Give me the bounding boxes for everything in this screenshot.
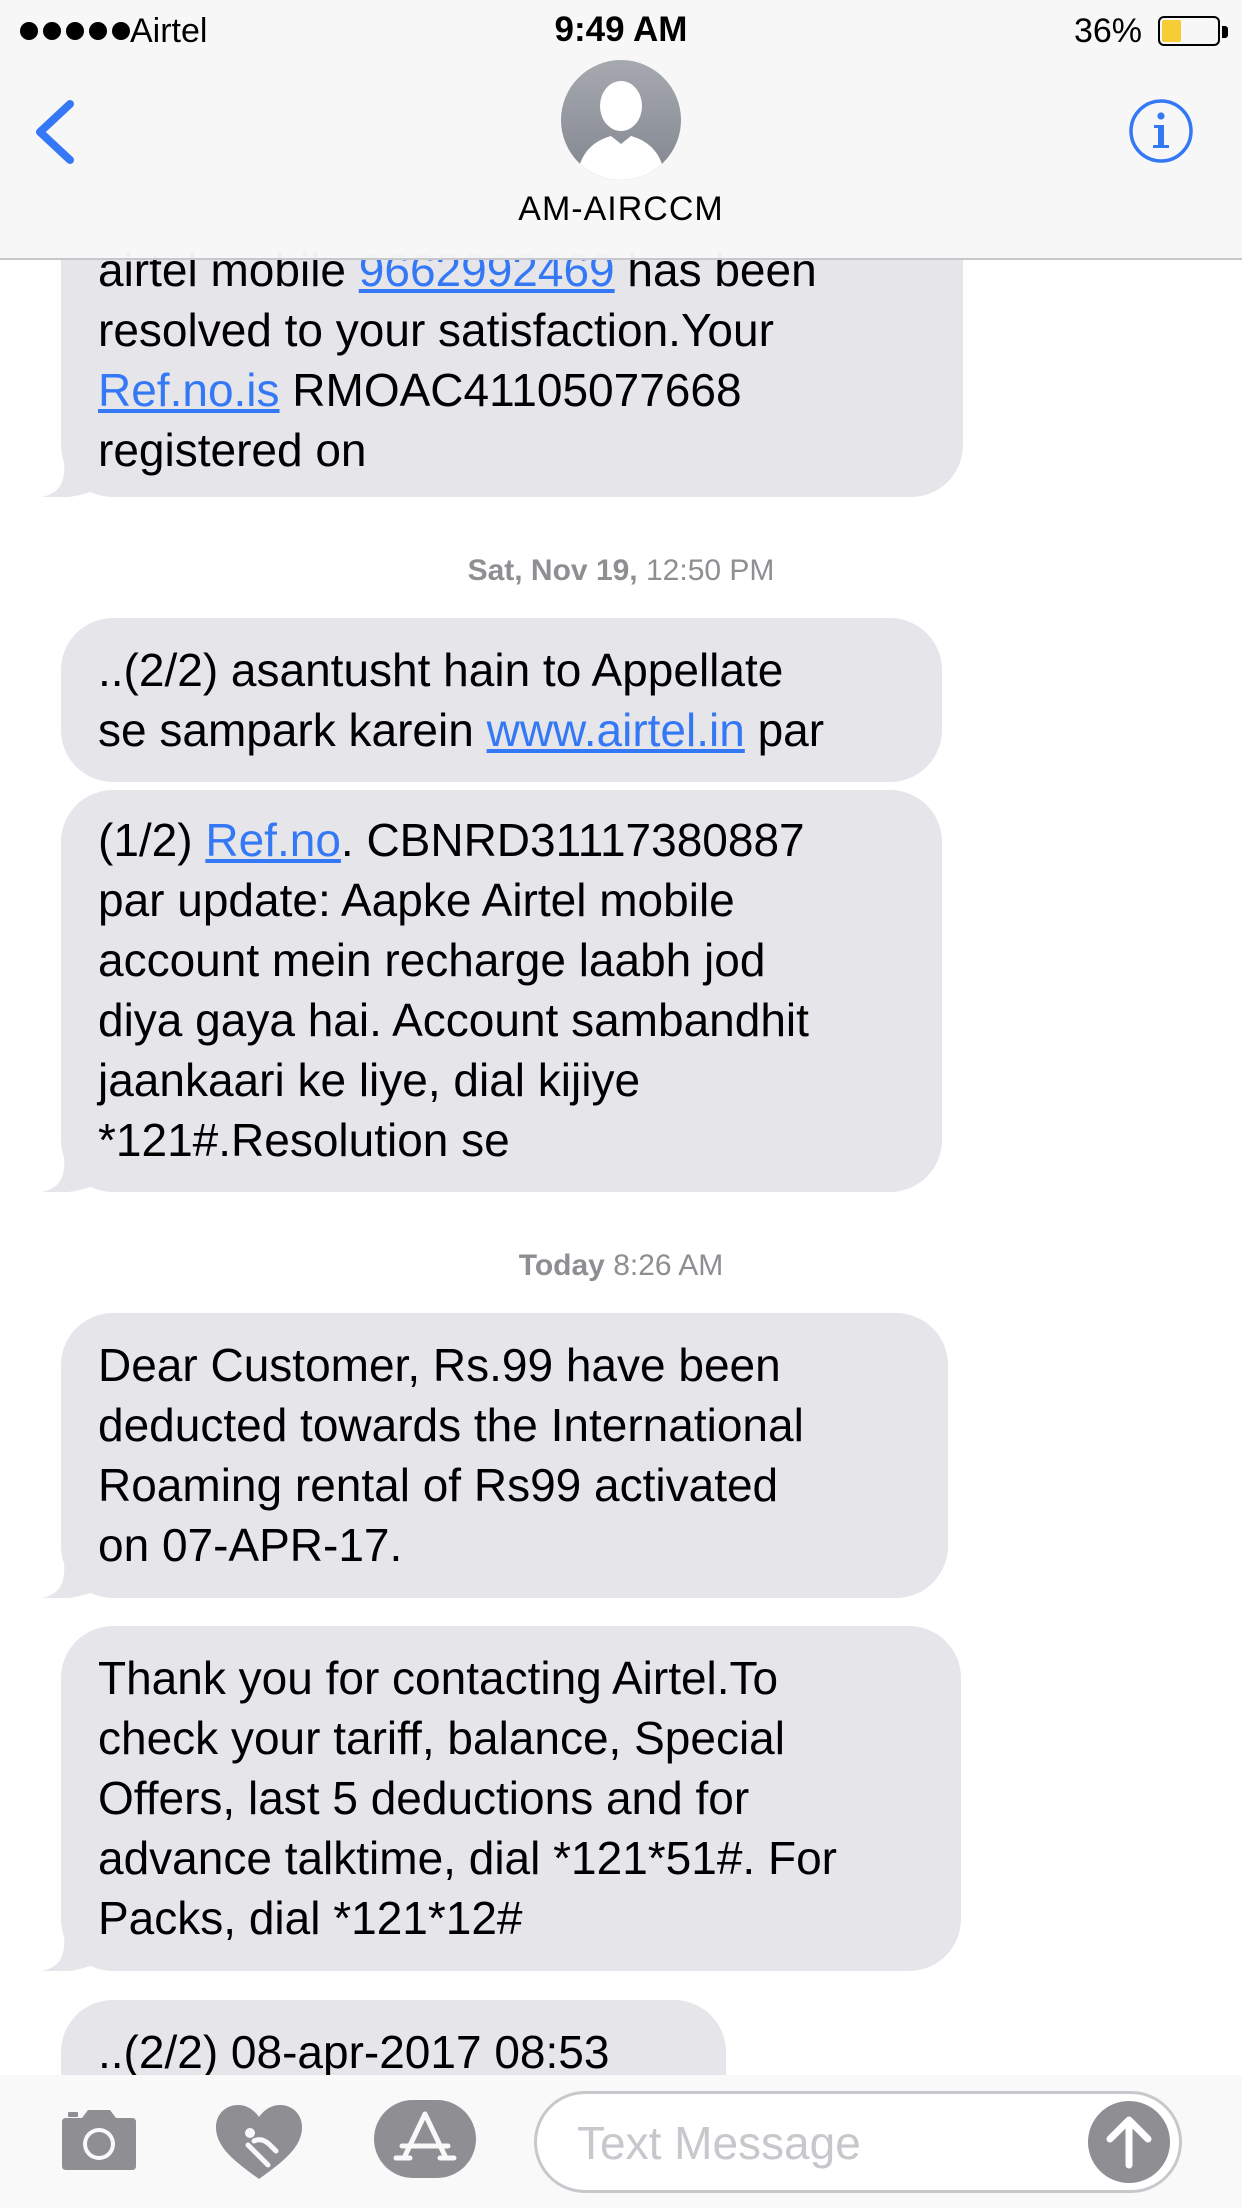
timestamp-day: Sat, Nov 19, <box>467 554 638 587</box>
message-text: . CBNRD31117380887 <box>340 814 805 866</box>
message-text: Thank you for contacting Airtel.To <box>98 1652 779 1704</box>
message-line: Packs, dial *121*12# <box>98 1888 924 1948</box>
status-time: 9:49 AM <box>554 10 688 49</box>
info-icon <box>1129 99 1193 163</box>
message-text: Offers, last 5 deductions and for <box>98 1772 750 1824</box>
message-text: Roaming rental of Rs99 activated <box>98 1459 779 1511</box>
message-line: jaankaari ke liye, dial kijiye <box>98 1050 905 1110</box>
message-text: Dear Customer, Rs.99 have been <box>98 1339 781 1391</box>
message-line: account mein recharge laabh jod <box>98 930 905 990</box>
bubble-tail <box>42 1931 92 1971</box>
timestamp-day: Today <box>518 1249 605 1282</box>
message-link[interactable]: Ref.no.is <box>98 364 280 416</box>
message-text-input[interactable]: Text Message <box>534 2091 1182 2193</box>
message-text: resolved to your satisfaction.Your <box>98 304 774 356</box>
timestamp-time: 12:50 PM <box>646 554 775 587</box>
message-line: ..(2/2) 08-apr-2017 08:53 <box>98 2022 689 2075</box>
message-text: advance talktime, dial *121*51#. For <box>98 1832 837 1884</box>
bubble-tail <box>42 457 92 497</box>
battery-percentage: 36% <box>1073 12 1142 50</box>
battery-level-fill <box>1162 20 1181 42</box>
message-text: *121#.Resolution se <box>98 1114 510 1166</box>
message-text: deducted towards the International <box>98 1399 804 1451</box>
camera-button[interactable] <box>56 2108 142 2172</box>
message-line: *121#.Resolution se <box>98 1110 905 1170</box>
camera-icon <box>62 2110 136 2170</box>
message-text: account mein recharge laabh jod <box>98 934 766 986</box>
message-bubble[interactable]: ..(2/2) 08-apr-2017 08:53 <box>61 2000 726 2075</box>
message-text: par update: Aapke Airtel mobile <box>98 874 735 926</box>
conversation-header: Airtel 9:49 AM 36% AM-AIRCCM <box>0 0 1242 260</box>
bubble-tail <box>42 1152 92 1192</box>
message-line: deducted towards the International <box>98 1395 911 1455</box>
back-button[interactable] <box>30 96 80 168</box>
timestamp-divider: Sat, Nov 19, 12:50 PM <box>0 554 1242 588</box>
message-text: Packs, dial *121*12# <box>98 1892 523 1944</box>
message-line: Thank you for contacting Airtel.To <box>98 1648 924 1708</box>
digital-touch-button[interactable] <box>214 2103 304 2181</box>
timestamp-divider: Today 8:26 AM <box>0 1249 1242 1283</box>
info-button[interactable] <box>1128 98 1194 164</box>
message-line: resolved to your satisfaction.Your <box>98 300 926 360</box>
message-text: ..(2/2) asantusht hain to Appellate <box>98 644 784 696</box>
message-thread[interactable]: airtel mobile 9662992469 has been resolve… <box>0 0 1242 2075</box>
message-line: Ref.no.is RMOAC41105077668 <box>98 360 926 420</box>
message-text: RMOAC41105077668 <box>279 364 742 416</box>
apps-button[interactable] <box>374 2100 476 2178</box>
message-line: Dear Customer, Rs.99 have been <box>98 1335 911 1395</box>
digital-touch-heart-icon <box>216 2105 302 2179</box>
status-bar: Airtel 9:49 AM 36% <box>0 0 1242 60</box>
bubble-tail <box>42 1558 92 1598</box>
message-text: (1/2) <box>98 814 206 866</box>
message-text: diya gaya hai. Account sambandhit <box>98 994 809 1046</box>
message-bubble[interactable]: Thank you for contacting Airtel.To check … <box>61 1626 961 1971</box>
message-line: ..(2/2) asantusht hain to Appellate <box>98 640 905 700</box>
message-line: se sampark karein www.airtel.in par <box>98 700 905 760</box>
timestamp-time: 8:26 AM <box>613 1249 724 1282</box>
send-arrow-up-icon <box>1088 2101 1170 2183</box>
messages-screen: airtel mobile 9662992469 has been resolve… <box>0 0 1242 2208</box>
contact-name[interactable]: AM-AIRCCM <box>0 190 1242 229</box>
message-text: par <box>744 704 825 756</box>
message-text: jaankaari ke liye, dial kijiye <box>98 1054 641 1106</box>
person-silhouette-icon <box>577 81 665 180</box>
message-text: check your tariff, balance, Special <box>98 1712 785 1764</box>
message-input-placeholder: Text Message <box>577 2117 861 2169</box>
message-link[interactable]: Ref.no <box>205 814 341 866</box>
message-line: registered on <box>98 420 926 480</box>
message-text: registered on <box>98 424 367 476</box>
message-bubble[interactable]: Dear Customer, Rs.99 have been deducted t… <box>61 1313 948 1598</box>
message-text: on 07-APR-17. <box>98 1519 403 1571</box>
contact-avatar[interactable] <box>561 60 681 180</box>
app-store-icon <box>374 2100 476 2178</box>
message-text: ..(2/2) 08-apr-2017 08:53 <box>98 2026 610 2075</box>
message-line: on 07-APR-17. <box>98 1515 911 1575</box>
message-text: se sampark karein <box>98 704 487 756</box>
message-line: Offers, last 5 deductions and for <box>98 1768 924 1828</box>
message-line: Roaming rental of Rs99 activated <box>98 1455 911 1515</box>
send-button[interactable] <box>1088 2101 1170 2183</box>
message-line: par update: Aapke Airtel mobile <box>98 870 905 930</box>
battery-nub <box>1222 26 1228 38</box>
battery-icon <box>1158 16 1220 46</box>
chevron-left-icon <box>36 100 74 164</box>
message-link[interactable]: www.airtel.in <box>487 704 745 756</box>
message-line: (1/2) Ref.no. CBNRD31117380887 <box>98 810 905 870</box>
message-line: check your tariff, balance, Special <box>98 1708 924 1768</box>
message-bubble[interactable]: (1/2) Ref.no. CBNRD31117380887 par update… <box>61 790 942 1192</box>
message-line: diya gaya hai. Account sambandhit <box>98 990 905 1050</box>
message-line: advance talktime, dial *121*51#. For <box>98 1828 924 1888</box>
message-bubble[interactable]: ..(2/2) asantusht hain to Appellate se sa… <box>61 618 942 782</box>
